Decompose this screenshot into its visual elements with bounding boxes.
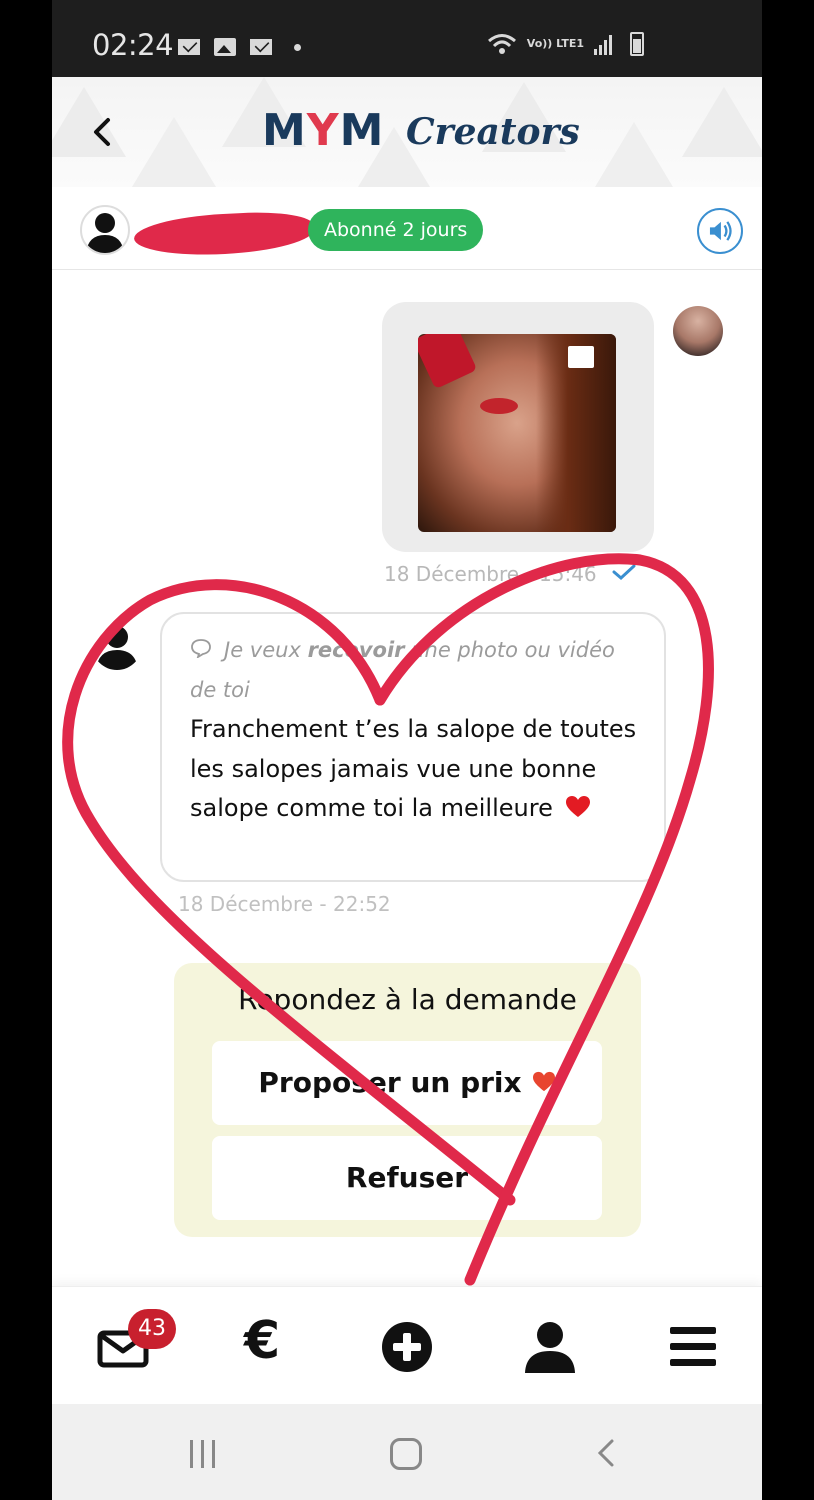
subscription-badge: Abonné 2 jours <box>308 209 484 251</box>
profile-icon[interactable] <box>520 1317 580 1377</box>
image-icon <box>214 38 236 56</box>
status-system-icons: Vo)) LTE1 <box>487 32 644 56</box>
battery-icon <box>630 32 644 56</box>
system-back-button[interactable] <box>592 1438 622 1468</box>
menu-icon[interactable] <box>664 1317 724 1377</box>
request-message-bubble: Je veux recevoir une photo ou vidéo de t… <box>160 612 666 882</box>
heart-icon <box>532 1071 555 1092</box>
respond-title: Repondez à la demande <box>238 983 577 1016</box>
wifi-icon <box>487 34 516 54</box>
app-header: MYM Creators <box>52 77 762 187</box>
app-logo: MYM <box>262 105 385 156</box>
media-thumbnail[interactable] <box>418 334 616 532</box>
propose-price-button[interactable]: Proposer un prix <box>212 1041 602 1125</box>
message-timestamp: 18 Décembre - 22:52 <box>178 892 391 916</box>
status-notification-icons <box>178 38 301 56</box>
respond-panel: Repondez à la demande Proposer un prix R… <box>174 963 641 1237</box>
signal-icon <box>594 33 612 55</box>
status-bar: 02:24 Vo)) LTE1 <box>52 0 762 77</box>
mail-icon <box>178 39 200 55</box>
message-text: Franchement t’es la salope de toutes les… <box>190 715 637 822</box>
subscriber-message-avatar[interactable] <box>92 620 142 670</box>
subscriber-avatar[interactable] <box>80 205 130 255</box>
sound-button[interactable] <box>697 208 743 254</box>
dot-icon <box>294 43 301 51</box>
system-navigation-bar <box>52 1404 762 1500</box>
creator-avatar[interactable] <box>673 306 723 356</box>
euro-icon[interactable]: € <box>244 1311 280 1371</box>
conversation-header: Abonné 2 jours <box>52 200 762 270</box>
request-description: Je veux recevoir une photo ou vidéo de t… <box>190 638 615 702</box>
message-timestamp: 18 Décembre - 15:46 <box>384 562 597 586</box>
user-silhouette-icon <box>96 626 138 670</box>
redacted-username <box>133 209 315 259</box>
media-message-bubble[interactable] <box>382 302 654 552</box>
read-check-icon <box>612 564 636 580</box>
user-silhouette-icon <box>86 213 124 253</box>
mail-icon <box>250 39 272 55</box>
app-screen: 02:24 Vo)) LTE1 MYM Creators Abonné 2 jo… <box>52 0 762 1500</box>
back-button[interactable] <box>88 117 118 147</box>
video-icon <box>568 346 594 368</box>
unread-count-badge: 43 <box>128 1309 176 1349</box>
recent-apps-button[interactable] <box>190 1440 215 1468</box>
status-time: 02:24 <box>92 28 174 62</box>
bottom-navigation: 43 € <box>52 1286 762 1404</box>
network-label: Vo)) LTE1 <box>526 37 584 50</box>
plus-icon[interactable] <box>377 1317 437 1377</box>
home-button[interactable] <box>390 1438 422 1470</box>
refuse-button[interactable]: Refuser <box>212 1136 602 1220</box>
app-logo-subtitle: Creators <box>406 111 580 153</box>
red-heart-icon <box>565 796 590 817</box>
